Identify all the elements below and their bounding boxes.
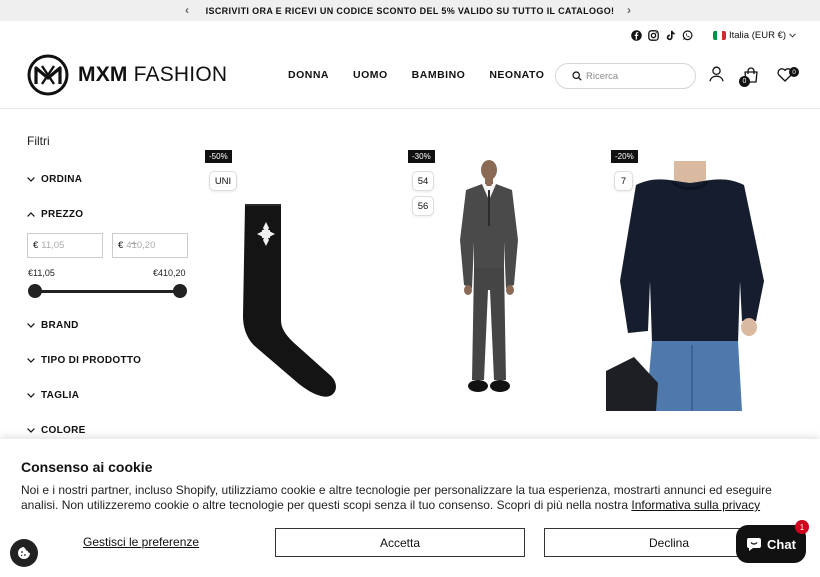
nav-bambino[interactable]: BAMBINO: [412, 69, 466, 81]
price-min-field[interactable]: €: [27, 233, 103, 258]
cookie-settings-button[interactable]: [10, 539, 38, 567]
logo-light: FASHION: [133, 63, 228, 86]
facebook-icon[interactable]: [631, 30, 642, 41]
social-links: [631, 30, 693, 41]
site-logo[interactable]: MXM FASHION: [27, 54, 227, 96]
tiktok-icon[interactable]: [665, 30, 676, 41]
instagram-icon[interactable]: [648, 30, 659, 41]
price-slider-min-handle[interactable]: [28, 284, 42, 298]
product-card[interactable]: -20% 7: [606, 150, 801, 412]
price-max-input[interactable]: [126, 240, 182, 251]
facet-label: PREZZO: [41, 209, 84, 220]
chevron-down-icon: [789, 33, 796, 38]
wishlist-count-badge: 0: [789, 67, 799, 77]
range-max-label: €410,20: [153, 268, 186, 278]
discount-badge: -30%: [408, 150, 435, 163]
facet-colore[interactable]: COLORE: [27, 425, 86, 436]
facet-brand[interactable]: BRAND: [27, 320, 79, 331]
size-tag[interactable]: 7: [614, 171, 633, 191]
facet-label: TIPO DI PRODOTTO: [41, 355, 142, 366]
filters-title: Filtri: [27, 134, 50, 148]
facet-tipo-prodotto[interactable]: TIPO DI PRODOTTO: [27, 355, 141, 366]
cookie-text: Noi e i nostri partner, incluso Shopify,…: [21, 483, 801, 513]
size-tag[interactable]: UNI: [209, 171, 237, 191]
product-card[interactable]: -50% UNI: [205, 150, 395, 412]
search-input[interactable]: [586, 70, 686, 82]
italy-flag-icon: [713, 31, 726, 40]
facet-prezzo[interactable]: PREZZO: [27, 209, 83, 220]
facet-label: ORDINA: [41, 174, 83, 185]
facet-label: BRAND: [41, 320, 79, 331]
announcement-bar: ‹ ISCRIVITI ORA E RICEVI UN CODICE SCONT…: [0, 0, 820, 21]
black-sock-image[interactable]: [235, 200, 355, 400]
cookie-icon: [18, 547, 30, 559]
locale-label: Italia (EUR €): [729, 30, 787, 41]
chevron-up-icon: [27, 212, 35, 217]
currency-symbol: €: [118, 240, 124, 251]
cart-count-badge: 0: [739, 76, 750, 87]
main-nav: DONNA UOMO BAMBINO NEONATO: [288, 69, 544, 81]
logo-text: MXM FASHION: [78, 63, 227, 87]
price-max-field[interactable]: €: [112, 233, 188, 258]
logo-bold: MXM: [78, 63, 128, 86]
discount-badge: -20%: [611, 150, 638, 163]
chevron-left-icon[interactable]: ‹: [185, 3, 189, 17]
chevron-down-icon: [27, 323, 35, 328]
chevron-down-icon: [27, 177, 35, 182]
search-box[interactable]: [555, 63, 696, 89]
chevron-down-icon: [27, 358, 35, 363]
nav-donna[interactable]: DONNA: [288, 69, 329, 81]
facet-taglia[interactable]: TAGLIA: [27, 390, 79, 401]
grey-suit-image[interactable]: [444, 160, 534, 410]
search-icon: [572, 71, 582, 81]
chevron-down-icon: [27, 393, 35, 398]
account-icon[interactable]: [709, 66, 724, 82]
privacy-policy-link[interactable]: Informativa sulla privacy: [631, 498, 760, 512]
currency-symbol: €: [33, 240, 39, 251]
product-card[interactable]: -30% 54 56: [408, 150, 598, 412]
navy-sweater-image[interactable]: [606, 161, 768, 411]
size-tag[interactable]: 56: [412, 196, 434, 216]
chat-label: Chat: [767, 536, 796, 552]
chevron-down-icon: [27, 428, 35, 433]
utility-bar: Italia (EUR €): [0, 27, 820, 45]
announcement-text[interactable]: ISCRIVITI ORA E RICEVI UN CODICE SCONTO …: [206, 6, 615, 16]
filters-sidebar: Filtri ORDINA PREZZO € – € €11,05 €410,2…: [27, 134, 188, 436]
facet-label: COLORE: [41, 425, 86, 436]
accept-button[interactable]: Accetta: [275, 528, 525, 557]
whatsapp-icon[interactable]: [682, 30, 693, 41]
mxm-logo-icon: [27, 54, 69, 96]
nav-uomo[interactable]: UOMO: [353, 69, 388, 81]
cookie-consent-banner: Consenso ai cookie Noi e i nostri partne…: [0, 439, 820, 577]
price-slider-max-handle[interactable]: [173, 284, 187, 298]
price-slider-track[interactable]: [34, 290, 179, 293]
chat-bubble-icon: [747, 538, 762, 551]
range-min-label: €11,05: [28, 268, 55, 278]
size-tag[interactable]: 54: [412, 171, 434, 191]
discount-badge: -50%: [205, 150, 232, 163]
facet-label: TAGLIA: [41, 390, 80, 401]
cookie-title: Consenso ai cookie: [21, 459, 153, 475]
locale-selector[interactable]: Italia (EUR €): [713, 30, 796, 41]
nav-neonato[interactable]: NEONATO: [489, 69, 544, 81]
facet-ordina[interactable]: ORDINA: [27, 174, 82, 185]
site-header: MXM FASHION DONNA UOMO BAMBINO NEONATO 0…: [0, 45, 820, 109]
manage-preferences-button[interactable]: Gestisci le preferenze: [83, 535, 199, 549]
chevron-right-icon[interactable]: ›: [627, 3, 631, 17]
price-min-input[interactable]: [41, 240, 97, 251]
chat-notification-badge: 1: [795, 520, 809, 534]
